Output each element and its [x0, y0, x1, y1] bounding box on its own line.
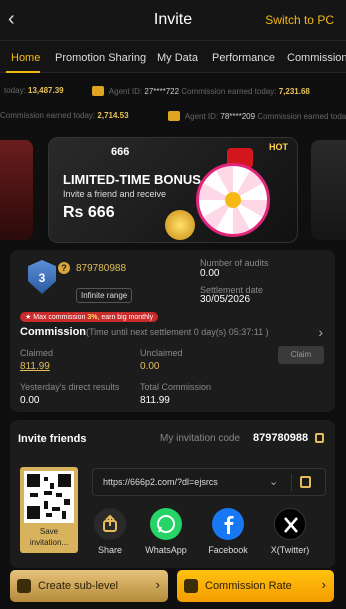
tab-home[interactable]: Home [11, 52, 40, 64]
settlement-value: 30/05/2026 [200, 294, 251, 305]
ticker-text: Commission earned today: [257, 112, 346, 121]
invite-title: Invite friends [18, 433, 87, 445]
banner-next-slide[interactable] [311, 140, 346, 240]
banner-prev-slide[interactable] [0, 140, 33, 240]
help-icon[interactable]: ? [58, 262, 70, 274]
tab-my-data[interactable]: My Data [157, 52, 198, 64]
commission-heading: Commission(Time until next settlement 0 … [20, 326, 269, 338]
tab-commission[interactable]: Commission [287, 52, 346, 64]
create-sub-level-label: Create sub-level [38, 580, 119, 592]
level-badge-icon: 3 [28, 260, 56, 294]
direct-results-value: 0.00 [20, 395, 40, 406]
ticker-text: Agent ID: [108, 87, 143, 96]
coin-icon [165, 210, 195, 240]
ticker-row-2: Commission earned today: 2,714.53 Agent … [0, 105, 346, 127]
chevron-right-icon: › [155, 577, 160, 592]
whatsapp-icon[interactable] [150, 508, 182, 540]
ticker-value: 7,231.68 [278, 87, 310, 96]
active-tab-underline [6, 71, 40, 73]
ticker-text: Commission earned today: [181, 87, 277, 96]
agent-summary-card: 3 ? 879780988 Infinite range Number of a… [10, 250, 335, 412]
ticker-item: today: 13,487.39 [4, 86, 64, 95]
share-label: Share [97, 545, 123, 555]
ticker-row-1: today: 13,487.39 Agent ID: 27****722 Com… [0, 80, 346, 102]
top-bar: ‹ Invite Switch to PC [0, 0, 346, 40]
total-commission-value: 811.99 [140, 395, 170, 406]
agent-id: 879780988 [76, 263, 127, 274]
copy-link-icon[interactable] [300, 476, 311, 488]
ticker-text: Commission earned today: [0, 111, 96, 120]
agent-badge-icon [92, 86, 104, 96]
banner-subtitle: Invite a friend and receive [63, 189, 167, 199]
switch-to-pc-link[interactable]: Switch to PC [265, 13, 334, 27]
rate-icon [184, 579, 198, 593]
ticker-value: 13,487.39 [28, 86, 64, 95]
banner-logo: 666 [111, 146, 130, 158]
invite-link-field[interactable]: https://666p2.com/?dl=ejsrcs ⌄ [92, 468, 326, 496]
promo-banner[interactable]: 666 LIMITED-TIME BONUS Invite a friend a… [48, 137, 298, 243]
unclaimed-label: Unclaimed [140, 348, 183, 358]
range-badge: Infinite range [76, 288, 133, 303]
invitation-code-label: My invitation code [160, 433, 241, 444]
audits-label: Number of audits [200, 258, 269, 268]
claim-button[interactable]: Claim [278, 346, 324, 364]
banner-title: LIMITED-TIME BONUS [63, 172, 201, 187]
whatsapp-label: WhatsApp [145, 545, 187, 555]
ticker-item: Agent ID: 78****209 Commission earned to… [168, 111, 346, 121]
x-twitter-icon[interactable] [274, 508, 306, 540]
ticker-value: 2,714.53 [97, 111, 129, 120]
invite-friends-card: Invite friends My invitation code 879780… [10, 420, 335, 568]
claimed-label: Claimed [20, 348, 54, 358]
tab-performance[interactable]: Performance [212, 52, 275, 64]
share-icon[interactable] [94, 508, 126, 540]
tab-bar: Home Promotion Sharing My Data Performan… [0, 40, 346, 73]
claimed-value[interactable]: 811.99 [20, 361, 50, 372]
commission-rate-button[interactable]: Commission Rate › [177, 570, 334, 602]
prize-wheel-icon [196, 163, 270, 237]
add-user-icon [17, 579, 31, 593]
ticker-text: today: [4, 86, 26, 95]
copy-code-icon[interactable] [315, 433, 324, 443]
chevron-right-icon[interactable]: › [318, 324, 323, 340]
invite-link-text: https://666p2.com/?dl=ejsrcs [103, 477, 218, 487]
chevron-right-icon: › [321, 577, 326, 592]
qr-code-save-button[interactable]: Save invitation... [20, 467, 78, 553]
audits-value: 0.00 [200, 268, 220, 279]
direct-results-label: Yesterday's direct results [20, 382, 120, 392]
ticker-agent-id: 78****209 [220, 112, 256, 121]
x-twitter-label: X(Twitter) [270, 545, 310, 555]
settlement-countdown: (Time until next settlement 0 day(s) 05:… [86, 327, 269, 337]
banner-amount: Rs 666 [63, 204, 115, 221]
ticker-item: Agent ID: 27****722 Commission earned to… [92, 86, 310, 96]
ticker-agent-id: 27****722 [144, 87, 180, 96]
qr-code [24, 471, 74, 523]
total-commission-label: Total Commission [140, 382, 212, 392]
invitation-code: 879780988 [253, 432, 309, 444]
chevron-down-icon[interactable]: ⌄ [269, 475, 278, 488]
ticker-text: Agent ID: [184, 112, 219, 121]
hot-badge: HOT [269, 142, 288, 152]
facebook-label: Facebook [208, 545, 248, 555]
facebook-icon[interactable] [212, 508, 244, 540]
tab-promotion-sharing[interactable]: Promotion Sharing [55, 52, 146, 64]
agent-badge-icon [168, 111, 180, 121]
save-invitation-label: Save invitation... [29, 527, 69, 547]
unclaimed-value: 0.00 [140, 361, 160, 372]
ticker-item: Commission earned today: 2,714.53 [0, 111, 129, 120]
commission-rate-label: Commission Rate [205, 580, 292, 592]
max-commission-banner: ★ Max commission 3%, earn big monthly [20, 312, 159, 322]
create-sub-level-button[interactable]: Create sub-level › [10, 570, 168, 602]
